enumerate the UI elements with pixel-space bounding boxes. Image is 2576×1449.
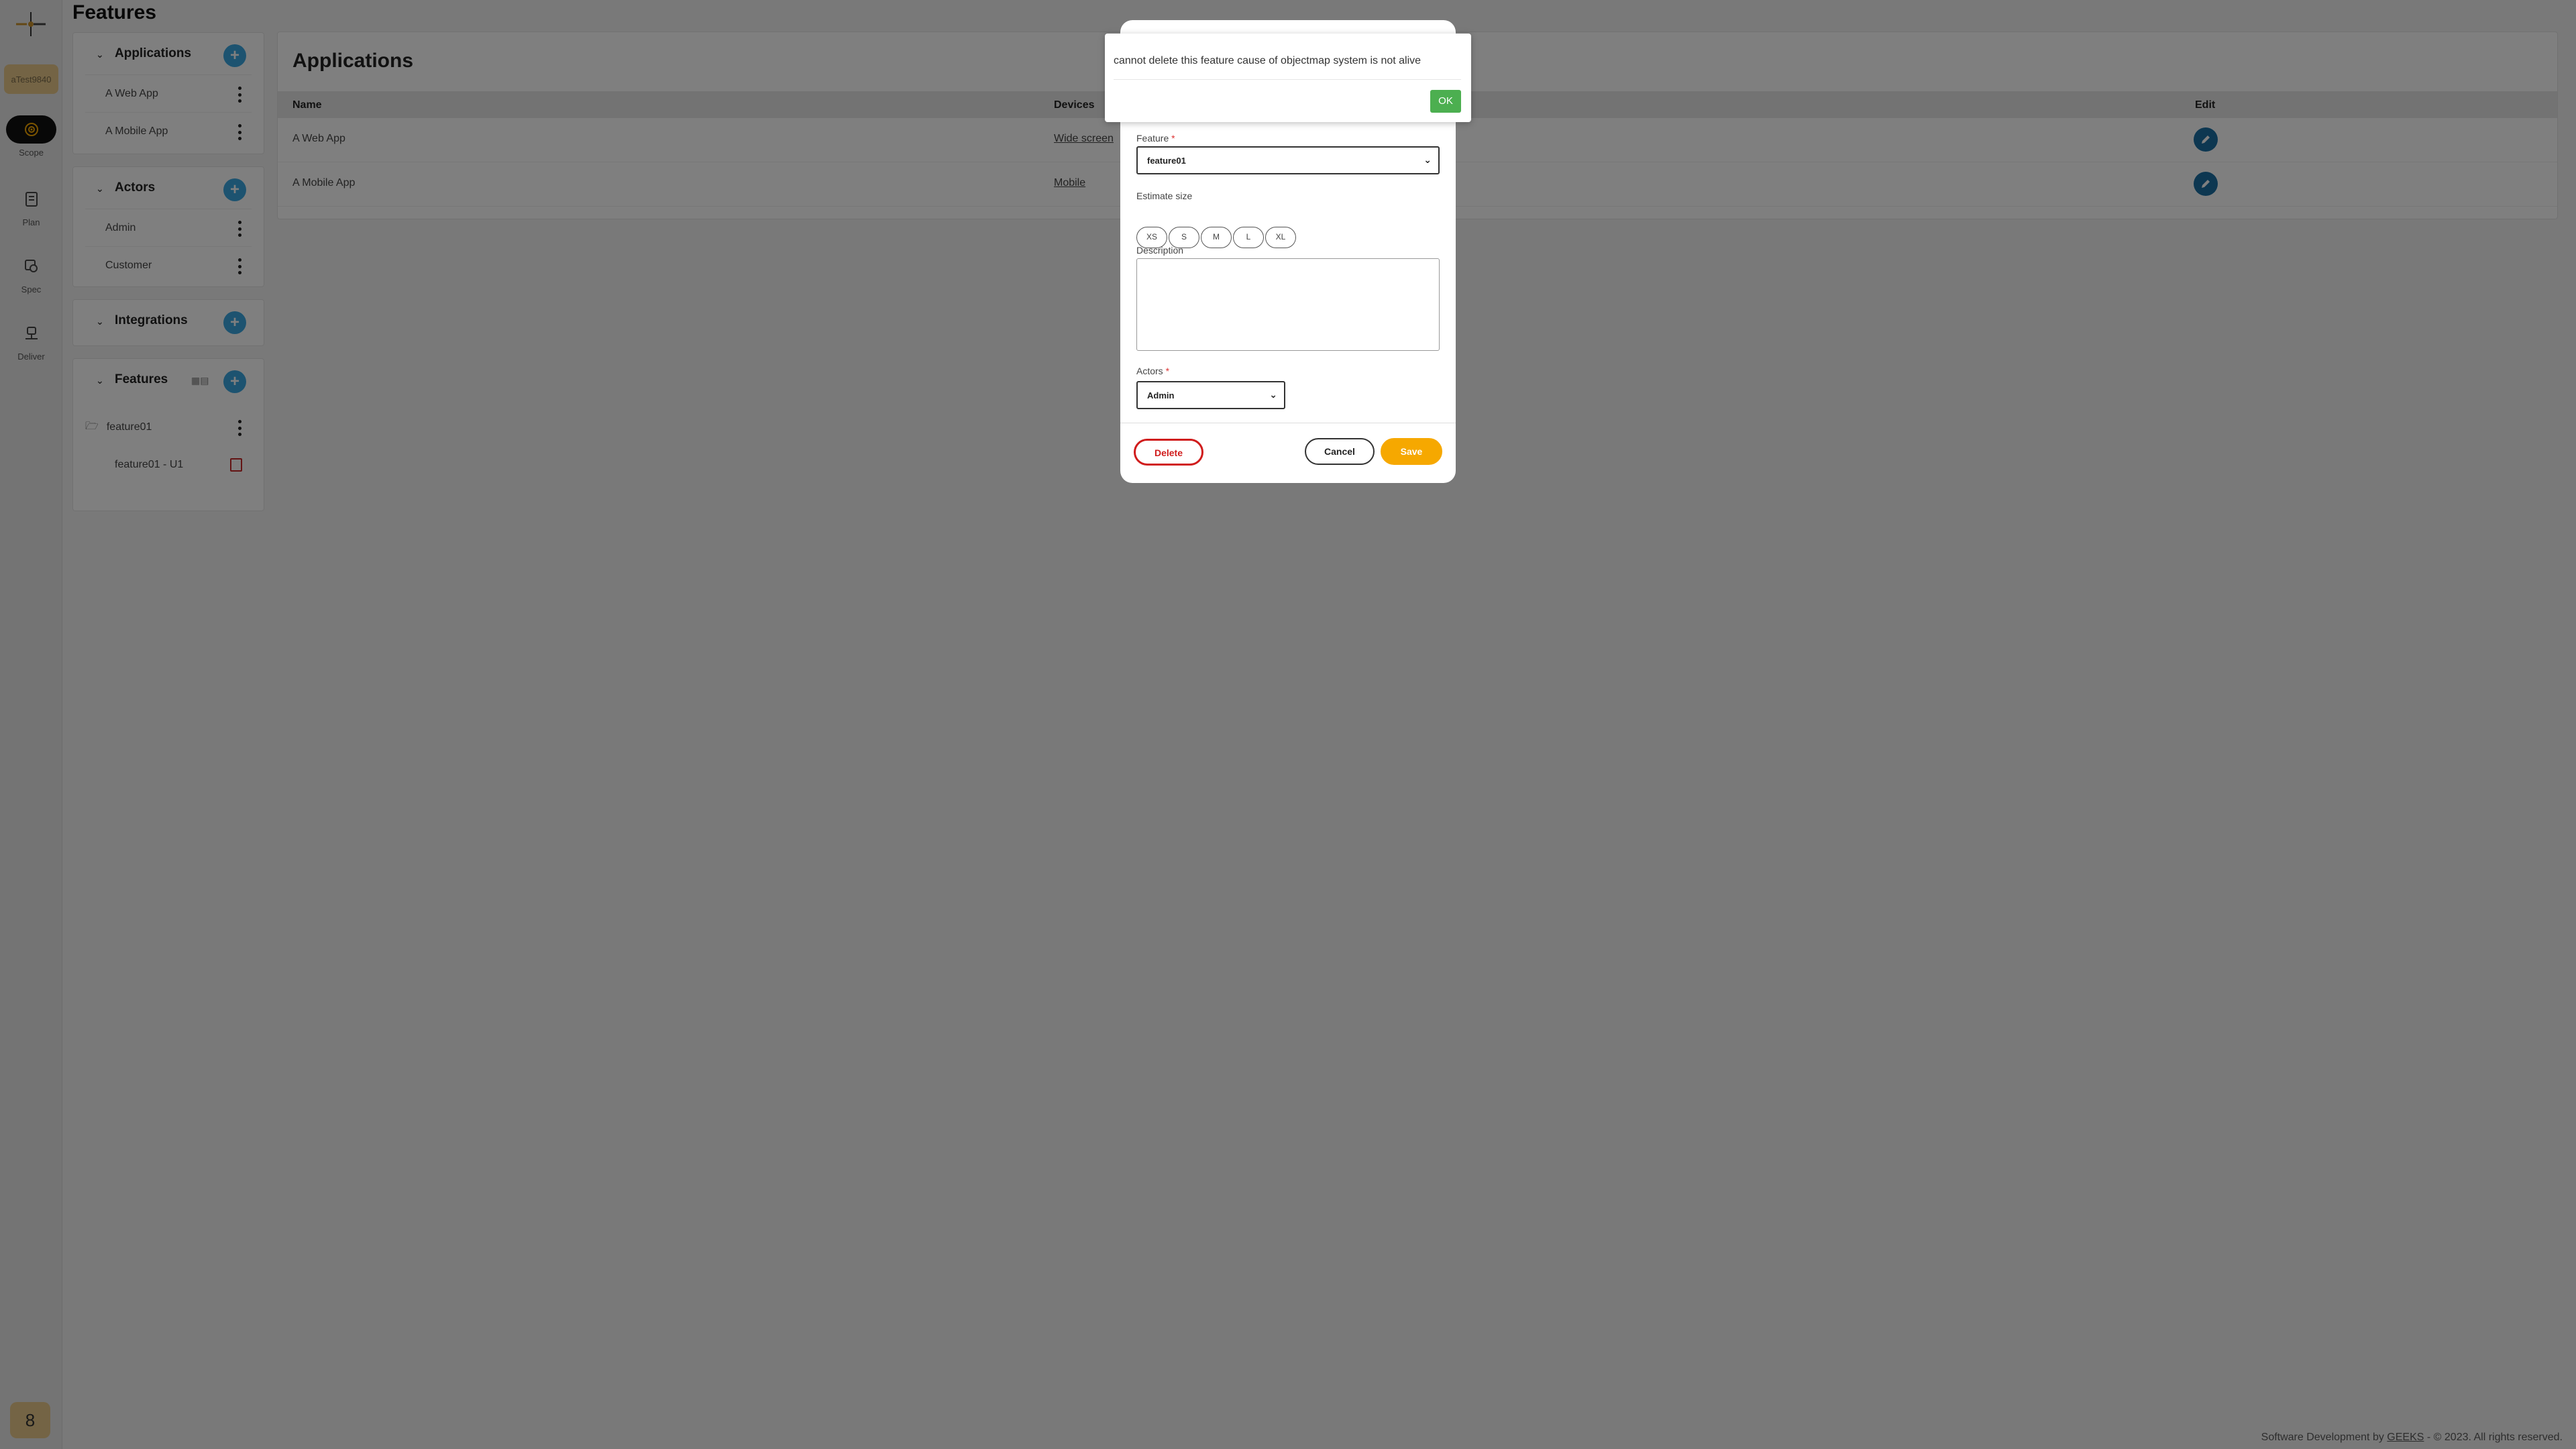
alert-message: cannot delete this feature cause of obje… <box>1114 55 1421 66</box>
feature-field-label: Feature * <box>1136 133 1175 144</box>
actors-select[interactable]: Admin ⌄ <box>1136 381 1285 409</box>
size-xl[interactable]: XL <box>1265 227 1296 248</box>
estimate-size-label: Estimate size <box>1136 191 1193 201</box>
save-button[interactable]: Save <box>1381 438 1442 465</box>
alert-dialog: cannot delete this feature cause of obje… <box>1105 34 1471 122</box>
size-l[interactable]: L <box>1233 227 1264 248</box>
chevron-down-icon: ⌄ <box>1269 389 1277 400</box>
delete-button[interactable]: Delete <box>1134 439 1203 466</box>
feature-select-value: feature01 <box>1147 156 1186 166</box>
chevron-down-icon: ⌄ <box>1424 154 1432 165</box>
actors-field-label: Actors * <box>1136 366 1170 376</box>
cancel-button[interactable]: Cancel <box>1305 438 1375 465</box>
feature-select[interactable]: feature01 ⌄ <box>1136 146 1440 174</box>
description-label: Description <box>1136 245 1184 256</box>
ok-button[interactable]: OK <box>1430 90 1461 113</box>
size-m[interactable]: M <box>1201 227 1232 248</box>
description-textarea[interactable] <box>1136 258 1440 351</box>
actors-select-value: Admin <box>1147 390 1175 400</box>
alert-divider <box>1114 79 1461 80</box>
